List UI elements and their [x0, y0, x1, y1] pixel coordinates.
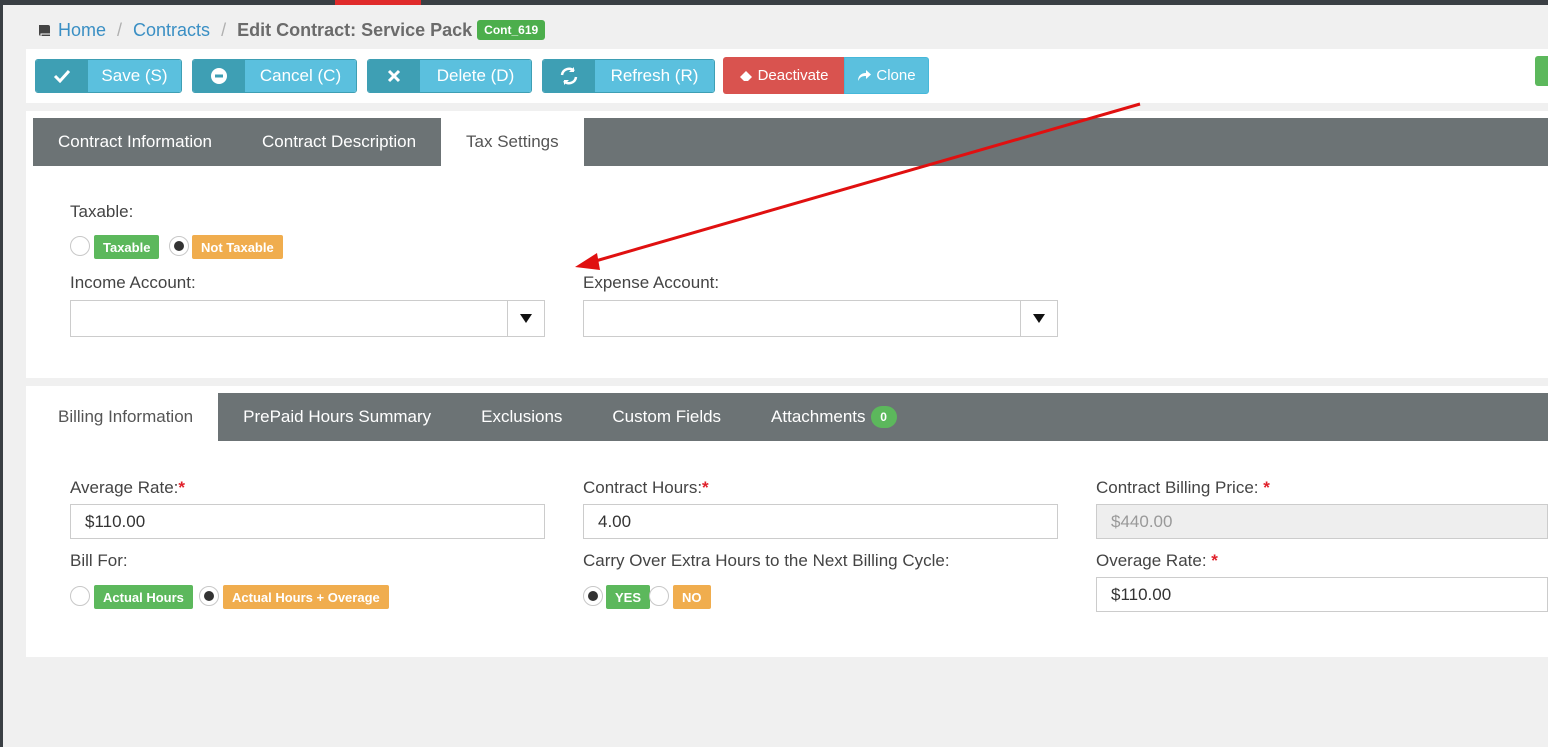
overage-rate-label: Overage Rate: * [1096, 551, 1218, 570]
average-rate-input[interactable]: $110.00 [70, 504, 545, 539]
x-icon [368, 60, 420, 92]
attachments-count-badge: 0 [870, 406, 897, 428]
contract-tabs: Contract Information Contract Descriptio… [33, 118, 1548, 166]
average-rate-label: Average Rate:* [70, 478, 185, 497]
tab-contract-information[interactable]: Contract Information [33, 118, 237, 166]
clone-button[interactable]: Clone [844, 57, 929, 94]
income-account-label: Income Account: [70, 273, 196, 292]
cancel-button[interactable]: Cancel (C) [192, 59, 357, 93]
contract-hours-label: Contract Hours:* [583, 478, 709, 497]
share-icon [858, 70, 872, 81]
required-marker: * [178, 478, 185, 497]
breadcrumb-contracts-link[interactable]: Contracts [133, 20, 210, 41]
breadcrumb: Home / Contracts / Edit Contract: Servic… [38, 18, 546, 42]
carry-over-label: Carry Over Extra Hours to the Next Billi… [583, 551, 950, 570]
taxable-radio[interactable] [70, 236, 90, 256]
overage-rate-input[interactable]: $110.00 [1096, 577, 1548, 612]
not-taxable-radio[interactable] [169, 236, 189, 256]
contract-billing-price-label: Contract Billing Price: * [1096, 478, 1270, 497]
deactivate-button[interactable]: Deactivate [723, 57, 844, 94]
expense-account-label: Expense Account: [583, 273, 720, 292]
offscreen-green-button[interactable] [1535, 56, 1548, 86]
refresh-button-label: Refresh (R) [595, 60, 714, 92]
book-icon [39, 24, 50, 36]
not-taxable-option-label[interactable]: Not Taxable [192, 235, 283, 259]
action-toolbar: Save (S) Cancel (C) Delete (D) Refresh (… [26, 49, 1548, 103]
active-nav-indicator [335, 0, 421, 5]
required-marker: * [1211, 551, 1218, 570]
tab-attachments-label: Attachments [771, 407, 866, 426]
contract-id-badge: Cont_619 [477, 20, 546, 40]
carry-over-yes-option[interactable]: YES [606, 585, 651, 609]
dropdown-arrow-icon[interactable] [1020, 301, 1057, 336]
breadcrumb-home-link[interactable]: Home [58, 20, 106, 41]
contract-hours-input[interactable]: 4.00 [583, 504, 1058, 539]
tab-tax-settings[interactable]: Tax Settings [441, 118, 584, 166]
tab-billing-information[interactable]: Billing Information [33, 393, 219, 441]
bill-actual-hours-option[interactable]: Actual Hours [94, 585, 193, 609]
tab-exclusions[interactable]: Exclusions [456, 393, 587, 441]
required-marker: * [1263, 478, 1270, 497]
refresh-button[interactable]: Refresh (R) [542, 59, 715, 93]
refresh-icon [543, 60, 595, 92]
delete-button[interactable]: Delete (D) [367, 59, 532, 93]
bill-actual-hours-overage-radio[interactable] [199, 586, 219, 606]
breadcrumb-separator: / [117, 19, 123, 40]
expense-account-select[interactable] [583, 300, 1058, 337]
billing-panel: Billing Information PrePaid Hours Summar… [26, 386, 1548, 657]
tab-contract-description[interactable]: Contract Description [237, 118, 441, 166]
save-button[interactable]: Save (S) [35, 59, 182, 93]
clone-button-label: Clone [876, 67, 916, 84]
income-account-select[interactable] [70, 300, 545, 337]
taxable-option-label[interactable]: Taxable [94, 235, 160, 259]
deactivate-button-label: Deactivate [757, 67, 829, 84]
carry-over-no-radio[interactable] [649, 586, 669, 606]
contract-billing-price-input: $440.00 [1096, 504, 1548, 539]
carry-over-yes-radio[interactable] [583, 586, 603, 606]
cancel-button-label: Cancel (C) [245, 60, 356, 92]
bill-actual-hours-overage-option[interactable]: Actual Hours + Overage [223, 585, 389, 609]
tab-custom-fields[interactable]: Custom Fields [587, 393, 746, 441]
delete-button-label: Delete (D) [420, 60, 531, 92]
carry-over-no-option[interactable]: NO [673, 585, 711, 609]
minus-circle-icon [193, 60, 245, 92]
tab-prepaid-hours-summary[interactable]: PrePaid Hours Summary [218, 393, 456, 441]
billing-tabs: Billing Information PrePaid Hours Summar… [33, 393, 1548, 441]
contract-details-panel: Contract Information Contract Descriptio… [26, 111, 1548, 378]
page-title: Edit Contract: Service Pack [237, 19, 473, 40]
save-button-label: Save (S) [88, 60, 181, 92]
required-marker: * [702, 478, 709, 497]
tab-attachments[interactable]: Attachments 0 [746, 393, 922, 441]
bill-for-label: Bill For: [70, 551, 128, 570]
eraser-icon [739, 70, 752, 81]
taxable-label: Taxable: [70, 202, 134, 221]
breadcrumb-separator: / [221, 19, 227, 40]
top-strip [0, 0, 1548, 5]
dropdown-arrow-icon[interactable] [507, 301, 544, 336]
left-edge [0, 5, 3, 747]
check-icon [36, 60, 88, 92]
bill-actual-hours-radio[interactable] [70, 586, 90, 606]
